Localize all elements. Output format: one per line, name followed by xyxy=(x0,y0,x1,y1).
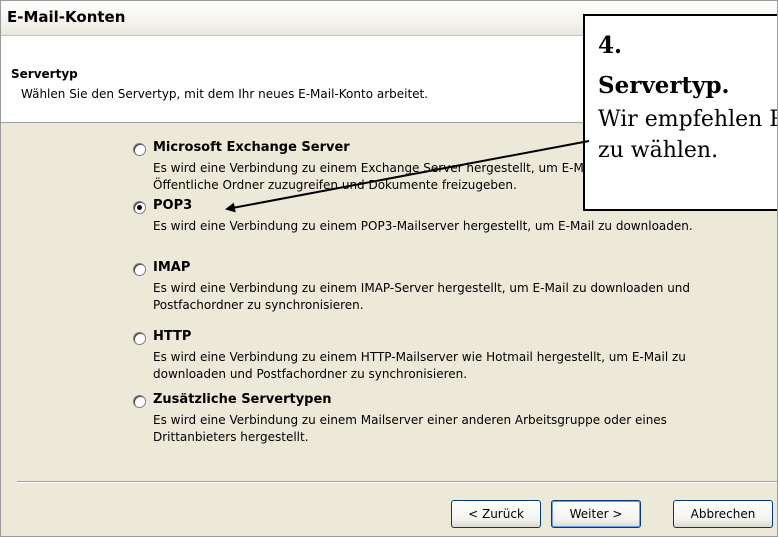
callout-step-number: 4. xyxy=(598,32,623,59)
page-subtitle: Wählen Sie den Servertyp, mit dem Ihr ne… xyxy=(21,87,429,101)
cancel-button[interactable]: Abbrechen xyxy=(673,500,773,528)
option-http-label[interactable]: HTTP xyxy=(153,329,191,344)
radio-imap[interactable] xyxy=(133,263,146,276)
callout-title: Servertyp. xyxy=(598,72,730,99)
email-accounts-dialog: E-Mail-Konten Servertyp Wählen Sie den S… xyxy=(0,0,778,537)
option-exchange-label[interactable]: Microsoft Exchange Server xyxy=(153,140,350,155)
option-imap-description: Es wird eine Verbindung zu einem IMAP-Se… xyxy=(153,281,691,312)
option-imap-label[interactable]: IMAP xyxy=(153,260,190,275)
page-title: Servertyp xyxy=(11,67,78,81)
window-title: E-Mail-Konten xyxy=(7,8,126,26)
radio-pop3[interactable] xyxy=(133,201,146,214)
option-pop3-label[interactable]: POP3 xyxy=(153,198,192,213)
tutorial-callout: 4. Servertyp. Wir empfehlen POP3 zu wähl… xyxy=(583,14,777,211)
option-other-label[interactable]: Zusätzliche Servertypen xyxy=(153,392,332,407)
footer-separator xyxy=(17,481,777,483)
option-http-description: Es wird eine Verbindung zu einem HTTP-Ma… xyxy=(153,350,686,381)
option-other-description: Es wird eine Verbindung zu einem Mailser… xyxy=(153,413,667,444)
radio-http[interactable] xyxy=(133,332,146,345)
callout-body: Wir empfehlen POP3 zu wählen. xyxy=(598,107,777,163)
radio-exchange[interactable] xyxy=(133,143,146,156)
radio-other[interactable] xyxy=(133,395,146,408)
next-button[interactable]: Weiter > xyxy=(551,500,641,528)
option-pop3-description: Es wird eine Verbindung zu einem POP3-Ma… xyxy=(153,219,693,233)
back-button[interactable]: < Zurück xyxy=(451,500,541,528)
